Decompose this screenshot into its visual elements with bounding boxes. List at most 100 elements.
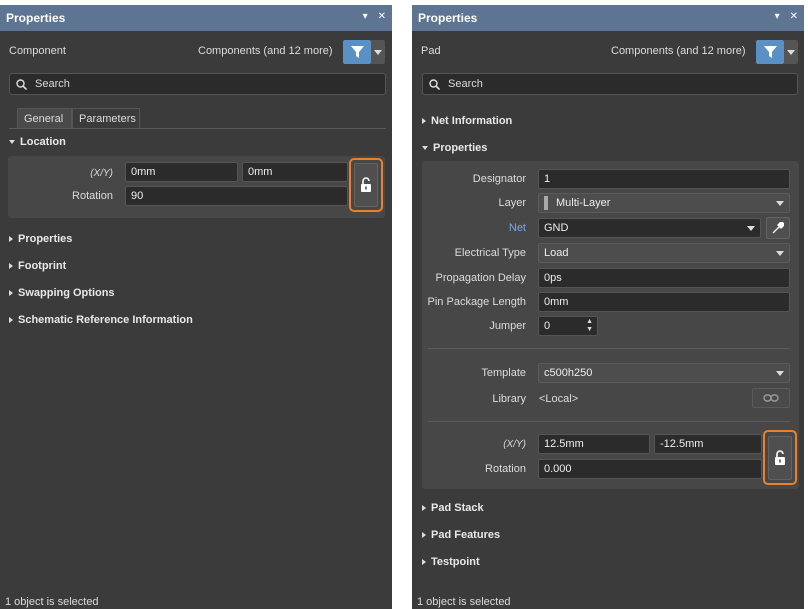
designator-label: Designator: [472, 173, 526, 185]
pin-package-length-label: Pin Package Length: [427, 296, 526, 308]
expand-icon: [9, 236, 13, 242]
layer-color-swatch: [544, 196, 548, 210]
propagation-delay-field[interactable]: 0ps: [538, 268, 790, 288]
search-icon: [16, 78, 27, 90]
pin-icon[interactable]: ▾: [363, 11, 368, 22]
template-value: c500h250: [544, 367, 593, 379]
section-testpoint-label: Testpoint: [431, 556, 480, 568]
expand-icon: [422, 146, 428, 150]
jumper-value: 0: [544, 320, 551, 332]
chevron-down-icon: [776, 251, 784, 256]
lock-button[interactable]: [768, 435, 792, 480]
template-dropdown[interactable]: c500h250: [538, 363, 790, 383]
filter-summary[interactable]: Components (and 12 more): [611, 45, 746, 57]
expand-icon: [9, 290, 13, 296]
expand-icon: [422, 559, 426, 565]
section-footprint-label: Footprint: [18, 260, 67, 272]
layer-dropdown[interactable]: Multi-Layer: [538, 193, 790, 213]
object-type-label: Pad: [421, 45, 441, 57]
propagation-delay-label: Propagation Delay: [435, 272, 526, 284]
panel-title-bar: Properties ▾ ✕: [412, 5, 804, 31]
pin-icon[interactable]: ▾: [775, 11, 780, 22]
expand-icon: [422, 505, 426, 511]
unlock-icon: [775, 449, 785, 465]
section-properties[interactable]: Properties: [9, 233, 72, 245]
net-value: GND: [544, 222, 569, 234]
xy-label: (X/Y): [90, 168, 113, 179]
unlock-icon: [361, 177, 371, 192]
x-field[interactable]: 12.5mm: [538, 434, 650, 454]
section-location[interactable]: Location: [9, 136, 66, 148]
section-properties[interactable]: Properties: [422, 142, 487, 154]
chevron-down-icon: [787, 49, 795, 55]
section-pad-stack-label: Pad Stack: [431, 502, 484, 514]
status-bar: 1 object is selected: [5, 596, 99, 608]
designator-field[interactable]: 1: [538, 169, 790, 189]
section-swapping-options-label: Swapping Options: [18, 287, 115, 299]
filter-button[interactable]: [756, 40, 784, 64]
group-divider: [428, 348, 790, 349]
x-field[interactable]: 0mm: [125, 162, 238, 182]
tab-parameters[interactable]: Parameters: [72, 108, 140, 128]
panel-title: Properties: [418, 11, 478, 25]
section-footprint[interactable]: Footprint: [9, 260, 66, 272]
section-properties-label: Properties: [18, 233, 73, 245]
expand-icon: [9, 140, 15, 144]
group-divider: [428, 421, 790, 422]
layer-label: Layer: [498, 197, 526, 209]
electrical-type-dropdown[interactable]: Load: [538, 243, 790, 263]
chevron-down-icon: [776, 201, 784, 206]
y-field[interactable]: -12.5mm: [654, 434, 762, 454]
rotation-field[interactable]: 0.000: [538, 459, 762, 479]
chevron-down-icon: [776, 371, 784, 376]
electrical-type-label: Electrical Type: [454, 247, 526, 259]
tab-general[interactable]: General: [17, 108, 72, 128]
filter-dropdown-button[interactable]: [784, 40, 798, 64]
section-net-information-label: Net Information: [431, 115, 513, 127]
lock-highlight: [349, 158, 383, 212]
close-icon[interactable]: ✕: [378, 11, 386, 22]
section-schematic-reference[interactable]: Schematic Reference Information: [9, 314, 193, 326]
expand-icon: [422, 532, 426, 538]
panel-title: Properties: [6, 11, 66, 25]
layer-value: Multi-Layer: [556, 197, 611, 209]
net-dropdown[interactable]: GND: [538, 218, 761, 238]
rotation-field[interactable]: 90: [125, 186, 348, 206]
template-label: Template: [481, 367, 526, 379]
pin-package-length-field[interactable]: 0mm: [538, 292, 790, 312]
section-net-information[interactable]: Net Information: [422, 115, 512, 127]
library-value: <Local>: [539, 393, 579, 405]
stepper-arrows-icon[interactable]: ▲ ▼: [586, 318, 593, 334]
chevron-down-icon: [374, 49, 382, 55]
properties-panel-pad: Properties ▾ ✕ Pad Components (and 12 mo…: [412, 5, 804, 609]
object-type-label: Component: [9, 45, 66, 57]
filter-icon: [350, 46, 364, 58]
tab-divider: [9, 128, 386, 129]
close-icon[interactable]: ✕: [790, 11, 798, 22]
expand-icon: [9, 317, 13, 323]
section-schematic-reference-label: Schematic Reference Information: [18, 314, 193, 326]
net-label[interactable]: Net: [426, 222, 526, 234]
section-swapping-options[interactable]: Swapping Options: [9, 287, 115, 299]
filter-button[interactable]: [343, 40, 371, 64]
rotation-label: Rotation: [72, 190, 113, 202]
section-pad-stack[interactable]: Pad Stack: [422, 502, 484, 514]
section-location-label: Location: [20, 136, 66, 148]
expand-icon: [9, 263, 13, 269]
search-input[interactable]: Search: [422, 73, 798, 95]
properties-panel-component: Properties ▾ ✕ Component Components (and…: [0, 5, 392, 609]
y-field[interactable]: 0mm: [242, 162, 348, 182]
filter-summary[interactable]: Components (and 12 more): [198, 45, 333, 57]
lock-button[interactable]: [354, 163, 378, 207]
xy-label: (X/Y): [503, 439, 526, 450]
link-icon: [763, 394, 779, 402]
jumper-stepper[interactable]: 0 ▲ ▼: [538, 316, 598, 336]
expand-icon: [422, 118, 426, 124]
filter-icon: [763, 46, 777, 58]
section-testpoint[interactable]: Testpoint: [422, 556, 480, 568]
section-pad-features[interactable]: Pad Features: [422, 529, 500, 541]
net-picker-button[interactable]: [766, 217, 790, 239]
link-button[interactable]: [752, 388, 790, 408]
filter-dropdown-button[interactable]: [371, 40, 385, 64]
search-input[interactable]: Search: [9, 73, 386, 95]
